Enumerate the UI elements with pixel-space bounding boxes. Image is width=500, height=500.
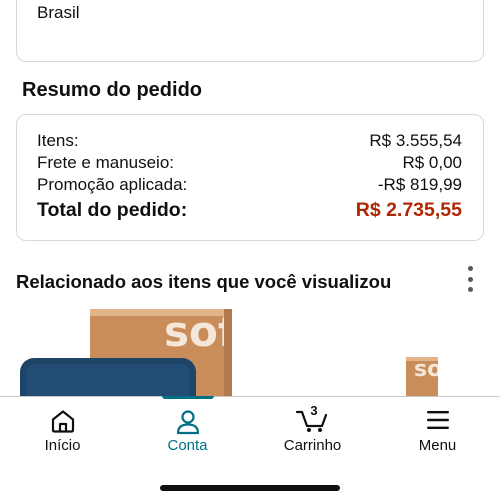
- kebab-menu-icon[interactable]: [463, 266, 477, 292]
- summary-row-label: Frete e manuseio:: [37, 153, 175, 172]
- order-total-value: R$ 2.735,55: [355, 199, 462, 221]
- summary-row-shipping: Frete e manuseio: R$ 0,00: [37, 153, 462, 173]
- order-total-label: Total do pedido:: [37, 199, 188, 221]
- nav-item-home[interactable]: Início: [0, 397, 125, 472]
- related-items-heading: Relacionado aos itens que você visualizo…: [16, 271, 392, 292]
- home-indicator-bar[interactable]: [160, 485, 340, 491]
- order-summary-heading: Resumo do pedido: [22, 79, 202, 101]
- nav-label: Menu: [418, 437, 457, 454]
- nav-item-cart[interactable]: 3 Carrinho: [250, 397, 375, 472]
- summary-row-value: -R$ 819,99: [377, 175, 462, 194]
- summary-row-value: R$ 3.555,54: [369, 131, 462, 150]
- address-card: Brasil: [16, 0, 484, 62]
- nav-item-account[interactable]: Conta: [125, 397, 250, 472]
- cart-count-badge: 3: [310, 403, 317, 418]
- summary-row-label: Promoção aplicada:: [37, 175, 188, 194]
- summary-row-value: R$ 0,00: [402, 153, 462, 172]
- product-image[interactable]: sofá: [406, 357, 438, 399]
- summary-row-total: Total do pedido: R$ 2.735,55: [37, 199, 462, 222]
- address-country: Brasil: [37, 3, 80, 22]
- product-brand-mark: sofá: [414, 357, 438, 382]
- order-summary-card: Itens: R$ 3.555,54 Frete e manuseio: R$ …: [16, 114, 484, 241]
- active-tab-indicator: [162, 396, 214, 399]
- account-icon: [175, 409, 201, 440]
- cart-icon: 3: [295, 403, 331, 438]
- summary-row-label: Itens:: [37, 131, 79, 150]
- nav-label: Conta: [167, 437, 208, 454]
- home-icon: [50, 409, 76, 438]
- nav-label: Início: [44, 437, 81, 454]
- summary-row-items: Itens: R$ 3.555,54: [37, 131, 462, 151]
- summary-row-promotion: Promoção aplicada: -R$ 819,99: [37, 175, 462, 195]
- nav-item-menu[interactable]: Menu: [375, 397, 500, 472]
- product-brand-mark: sofá: [164, 309, 232, 356]
- nav-label: Carrinho: [283, 437, 342, 454]
- hamburger-menu-icon: [425, 409, 451, 436]
